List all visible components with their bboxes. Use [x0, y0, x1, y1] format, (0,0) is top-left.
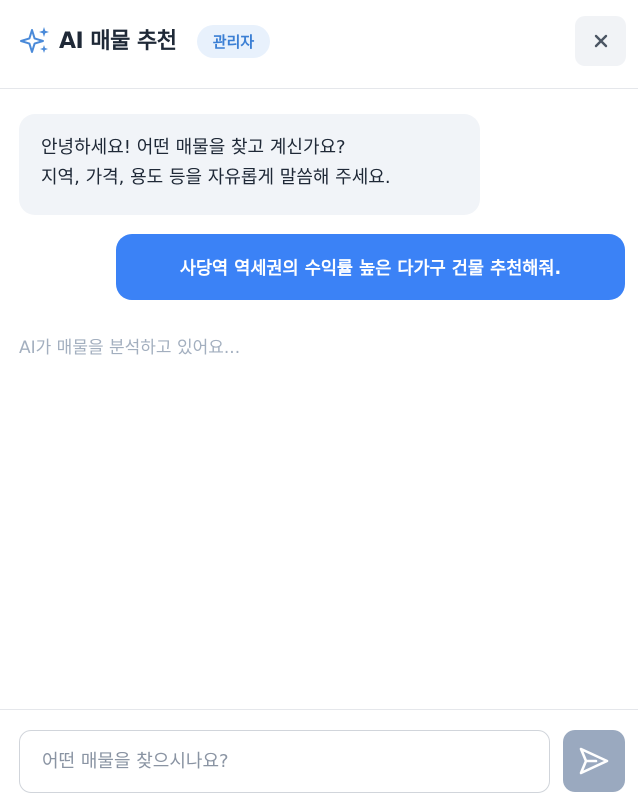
close-button[interactable]	[575, 16, 626, 66]
assistant-message-line: 지역, 가격, 용도 등을 자유롭게 말씀해 주세요.	[41, 167, 391, 188]
ai-recommendation-panel: AI 매물 추천 관리자 안녕하세요! 어떤 매물을 찾고 계신가요? 지역, …	[0, 0, 638, 812]
sparkles-icon	[20, 27, 49, 53]
panel-header: AI 매물 추천 관리자	[0, 0, 638, 89]
composer	[0, 709, 638, 812]
assistant-message: 안녕하세요! 어떤 매물을 찾고 계신가요? 지역, 가격, 용도 등을 자유롭…	[19, 114, 480, 215]
user-message: 사당역 역세권의 수익률 높은 다가구 건물 추천해줘.	[116, 234, 625, 300]
message-list: 안녕하세요! 어떤 매물을 찾고 계신가요? 지역, 가격, 용도 등을 자유롭…	[0, 89, 638, 709]
role-badge: 관리자	[197, 25, 270, 58]
panel-title: AI 매물 추천	[59, 29, 177, 54]
close-icon	[594, 34, 607, 48]
send-button[interactable]	[563, 730, 625, 792]
search-input[interactable]	[19, 730, 550, 793]
send-icon	[579, 747, 609, 775]
typing-indicator: AI가 매물을 분석하고 있어요...	[19, 338, 241, 358]
assistant-message-line: 안녕하세요! 어떤 매물을 찾고 계신가요?	[41, 137, 346, 158]
